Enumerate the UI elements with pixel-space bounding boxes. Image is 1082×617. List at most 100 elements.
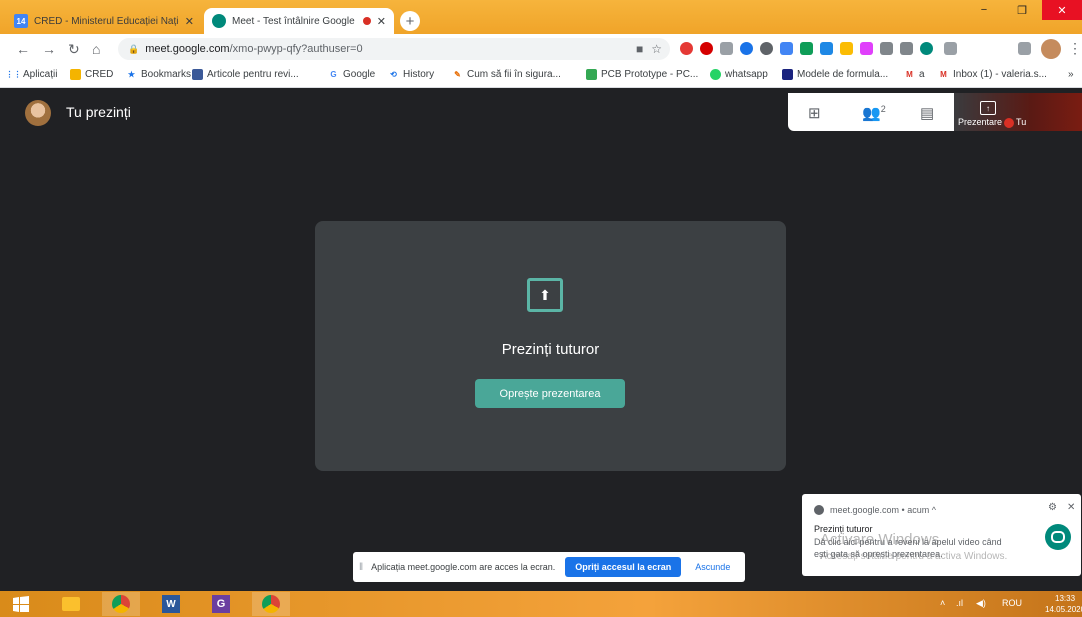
- extension-icon[interactable]: [780, 42, 793, 55]
- reload-icon[interactable]: ↻: [68, 41, 80, 58]
- participants-icon[interactable]: 👥2: [862, 104, 886, 122]
- gmail-icon: M: [940, 70, 947, 79]
- bookmarks-bar: ⋮⋮ Aplicații CRED ★ Bookmarks Articole pen…: [0, 64, 1082, 88]
- settings-gear-icon[interactable]: ⚙: [1048, 502, 1057, 513]
- layout-grid-icon[interactable]: ⊞: [808, 104, 821, 122]
- minimize-button[interactable]: −: [966, 0, 1002, 20]
- google-g-icon: G: [330, 70, 337, 79]
- bookmark-google[interactable]: G Google: [328, 69, 375, 80]
- profile-avatar[interactable]: [1041, 39, 1061, 59]
- apps-grid-icon: ⋮⋮: [5, 70, 22, 79]
- hide-button[interactable]: Ascunde: [695, 562, 730, 572]
- extension-icon[interactable]: [680, 42, 693, 55]
- history-icon: ⟲: [390, 70, 397, 79]
- cast-icon[interactable]: [944, 42, 957, 55]
- self-thumbnail[interactable]: ↑ Prezentare Tu: [954, 93, 1082, 131]
- chrome-taskbar-icon[interactable]: [102, 592, 140, 616]
- whatsapp-icon: [710, 69, 721, 80]
- chat-icon[interactable]: ▤: [920, 104, 934, 122]
- url-host: meet.google.com: [145, 43, 230, 55]
- browser-toolbar: ← → ↻ ⌂ 🔒 meet.google.com /xmo-pwyp-qfy?…: [0, 34, 1082, 64]
- extension-icon[interactable]: [760, 42, 773, 55]
- presenting-label: Tu prezinți: [66, 104, 131, 120]
- tray-expand-icon[interactable]: ˄: [940, 598, 945, 608]
- extension-icon[interactable]: [740, 42, 753, 55]
- bookmarks-overflow-icon[interactable]: »: [1068, 69, 1074, 80]
- extension-icon[interactable]: [800, 42, 813, 55]
- calendar-icon: 14: [14, 14, 28, 28]
- bookmark-pcb[interactable]: PCB Prototype - PC...: [586, 69, 698, 80]
- bookmark-modele[interactable]: Modele de formula...: [782, 69, 888, 80]
- taskbar: W G ˄ .ıl ◀) ROU 13:33 14.05.2020: [0, 591, 1082, 617]
- meet-extension-icon[interactable]: [920, 42, 933, 55]
- stop-sharing-button[interactable]: Opriți accesul la ecran: [565, 557, 682, 577]
- close-tab-icon[interactable]: ✕: [185, 15, 194, 28]
- close-window-button[interactable]: ✕: [1042, 0, 1082, 20]
- lock-icon: 🔒: [128, 43, 140, 54]
- bookmark-apps[interactable]: ⋮⋮ Aplicații: [5, 69, 58, 80]
- tab-title: CRED - Ministerul Educației Naționale: [34, 15, 179, 27]
- extension-icon[interactable]: [720, 42, 733, 55]
- tab-cred[interactable]: 14 CRED - Ministerul Educației Naționale…: [6, 8, 202, 34]
- bookmark-gmail-a[interactable]: Ma: [904, 69, 924, 80]
- present-screen-icon: ↑: [980, 101, 996, 115]
- mic-off-icon: [1004, 117, 1015, 128]
- extension-icon[interactable]: [880, 42, 893, 55]
- close-icon[interactable]: ✕: [1067, 502, 1075, 513]
- back-icon[interactable]: ←: [16, 41, 30, 57]
- url-path: /xmo-pwyp-qfy?authuser=0: [229, 43, 363, 55]
- camera-extension-icon[interactable]: [900, 42, 913, 55]
- clock[interactable]: 13:33 14.05.2020: [1045, 593, 1082, 615]
- star-icon: ★: [127, 70, 136, 79]
- windows-start-icon[interactable]: [2, 592, 40, 616]
- app-g-icon[interactable]: G: [202, 592, 240, 616]
- presenting-card: ⬆ Prezinți tuturor Oprește prezentarea: [315, 221, 786, 471]
- title-bar: 14 CRED - Ministerul Educației Naționale…: [0, 0, 1082, 34]
- opera-icon[interactable]: [700, 42, 713, 55]
- page-icon: [192, 69, 203, 80]
- maximize-button[interactable]: ❐: [1004, 0, 1040, 20]
- tab-meet[interactable]: Meet - Test întâlnire Google ✕: [204, 8, 394, 34]
- bookmark-whatsapp[interactable]: whatsapp: [710, 69, 768, 80]
- extension-icon[interactable]: [860, 42, 873, 55]
- participants-count: 2: [880, 104, 886, 114]
- screenshot-icon[interactable]: [1018, 42, 1031, 55]
- chrome-taskbar-icon[interactable]: [252, 592, 290, 616]
- thumbnail-label: Prezentare Tu: [958, 117, 1027, 128]
- pcb-icon: [586, 69, 597, 80]
- meet-logo-icon: [1045, 524, 1071, 550]
- windows-activation-text: Accesați setările pentru a activa Window…: [820, 551, 1008, 562]
- new-tab-button[interactable]: +: [400, 11, 420, 31]
- star-icon[interactable]: ☆: [651, 42, 662, 56]
- network-icon[interactable]: .ıl: [956, 598, 963, 608]
- present-screen-icon: ⬆: [527, 278, 563, 312]
- notification-source: meet.google.com • acum ^: [814, 505, 936, 515]
- meet-icon: [212, 14, 226, 28]
- forward-icon[interactable]: →: [42, 41, 56, 57]
- close-tab-icon[interactable]: ✕: [377, 15, 386, 28]
- drag-handle-icon[interactable]: ‖: [359, 562, 363, 573]
- recording-indicator-icon: [362, 17, 371, 25]
- bookmark-inbox[interactable]: M Inbox (1) - valeria.s...: [938, 69, 1047, 80]
- bookmark-history[interactable]: ⟲ History: [388, 69, 434, 80]
- bookmark-cum[interactable]: ✎ Cum să fii în sigura...: [452, 69, 561, 80]
- file-explorer-icon[interactable]: [52, 592, 90, 616]
- bookmark-cred[interactable]: CRED: [70, 69, 113, 80]
- bookmark-articole[interactable]: Articole pentru revi...: [192, 69, 299, 80]
- bookmark-bookmarks[interactable]: ★ Bookmarks: [126, 69, 191, 80]
- meet-top-controls: ⊞ 👥2 ▤: [788, 93, 954, 131]
- language-indicator[interactable]: ROU: [1002, 598, 1022, 608]
- menu-icon[interactable]: ⋮: [1068, 40, 1082, 57]
- tab-title: Meet - Test întâlnire Google: [232, 15, 355, 27]
- share-notice: Aplicația meet.google.com are acces la e…: [371, 562, 556, 572]
- windows-activation-title: Activare Windows: [820, 531, 940, 548]
- home-icon[interactable]: ⌂: [92, 41, 100, 57]
- drive-icon[interactable]: [840, 42, 853, 55]
- address-bar[interactable]: 🔒 meet.google.com /xmo-pwyp-qfy?authuser…: [118, 38, 670, 60]
- extension-icon[interactable]: [820, 42, 833, 55]
- volume-icon[interactable]: ◀): [976, 598, 986, 609]
- presenting-message: Prezinți tuturor: [501, 341, 600, 358]
- stop-presenting-button[interactable]: Oprește prezentarea: [475, 379, 625, 408]
- word-icon[interactable]: W: [152, 592, 190, 616]
- camera-icon[interactable]: ■: [636, 42, 643, 56]
